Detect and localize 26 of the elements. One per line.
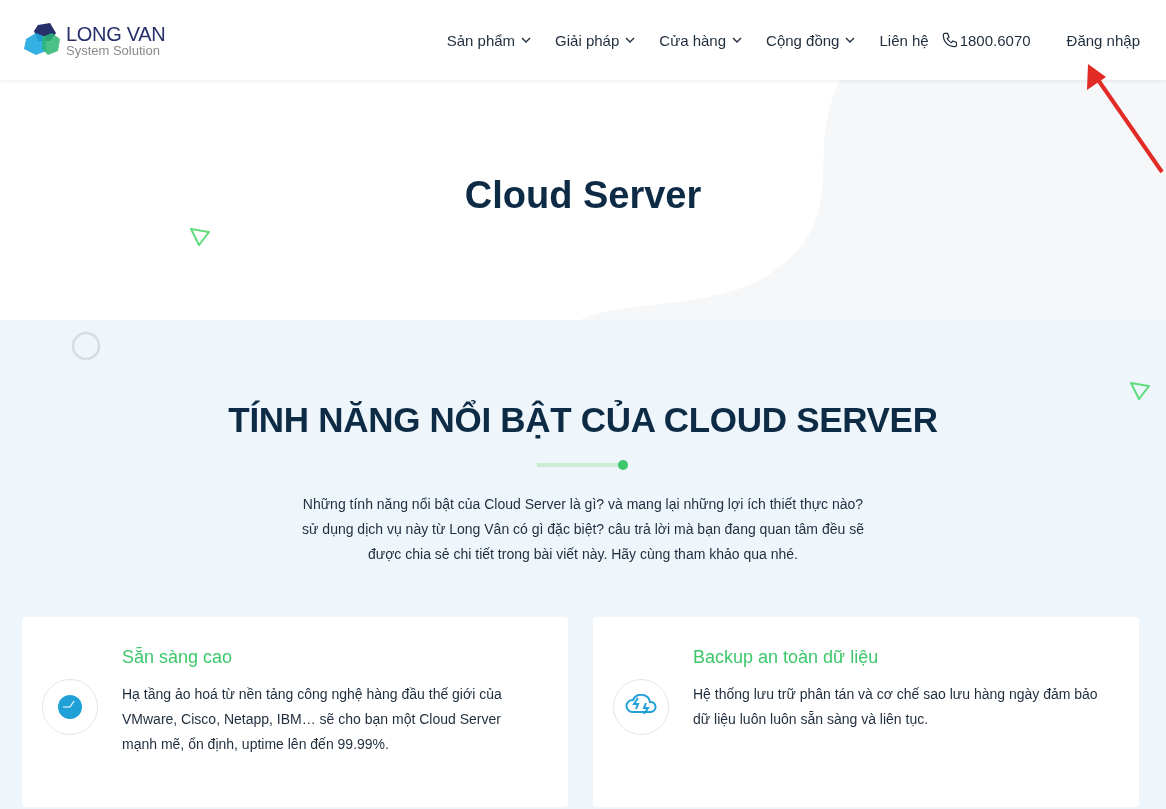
logo-icon[interactable] [24, 23, 62, 57]
card-title: Sẵn sàng cao [122, 647, 234, 668]
nav-link[interactable]: Cửa hàng [659, 31, 743, 49]
nav-link[interactable]: Liên hệ [879, 31, 929, 49]
login-link[interactable]: Đăng nhập [1066, 31, 1140, 49]
chevron-icon [521, 36, 532, 44]
nav-link[interactable]: Giải pháp [555, 31, 636, 49]
page-title: Cloud Server [464, 173, 702, 217]
logo-tagline: System Solution [66, 43, 161, 57]
clock-icon [57, 694, 83, 720]
phone-icon [940, 32, 957, 48]
chevron-icon [732, 36, 743, 44]
card-text: Hạ tầng ảo hoá từ nền tảng công nghệ hàng đầu thế giới của VMware, Cisco, Netapp, IBM… sẽ cho bạn một Cloud Server mạnh mẽ, ổn định, uptime lên đến 99.99%. [122, 685, 503, 754]
chevron-icon [845, 36, 856, 44]
triangle-icon [1130, 382, 1150, 400]
triangle-icon [190, 228, 210, 246]
card-title: Backup an toàn dữ liệu [693, 647, 880, 668]
nav-link[interactable]: Cộng đồng [766, 31, 856, 49]
chevron-icon [625, 36, 636, 44]
phone-link[interactable]: 1800.6070 [959, 31, 1031, 49]
section-intro: Những tính năng nổi bật của Cloud Server là gì? và mang lại những lợi ích thiết thực nào? sử dụng dịch vụ này từ Long Vân có gì đặc biệt? câu trả lời mà bạn đang quan tâm đều sẽ được chia sẻ chi tiết trong bài viết này. Hãy cùng tham khảo qua nhé. [301, 495, 865, 564]
section-title: TÍNH NĂNG NỔI BẬT CỦA CLOUD SERVER [227, 400, 939, 440]
circle-icon [71, 331, 101, 361]
card-text: Hệ thống lưu trữ phân tán và cơ chế sao lưu hàng ngày đảm bảo dữ liệu luôn luôn sẵn sàng và liên tục. [693, 685, 1099, 729]
logo-name[interactable]: LONG VAN [66, 23, 166, 44]
nav-link[interactable]: Sản phẩm [446, 31, 532, 49]
